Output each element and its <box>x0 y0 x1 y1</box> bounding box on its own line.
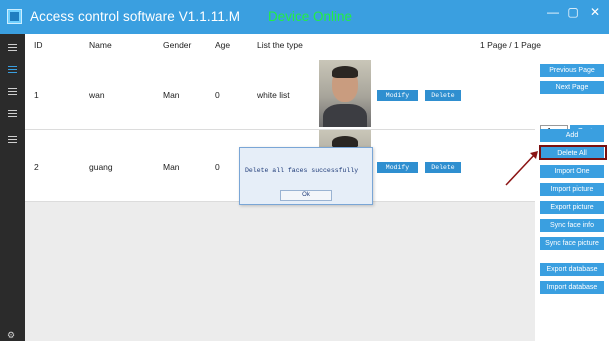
header-age: Age <box>215 40 231 50</box>
success-dialog: Delete all faces successfully Ok <box>239 147 373 205</box>
export-picture-button[interactable]: Export picture <box>540 201 604 214</box>
list-icon[interactable] <box>6 86 19 97</box>
dialog-message: Delete all faces successfully <box>245 167 359 174</box>
cell-list-type: white list <box>257 90 290 100</box>
cell-name: wan <box>89 90 105 100</box>
header-name: Name <box>89 40 112 50</box>
minimize-button[interactable]: — <box>542 3 564 21</box>
sync-face-info-button[interactable]: Sync face info <box>540 219 604 232</box>
table-header: ID Name Gender Age List the type <box>25 34 535 58</box>
window-title: Access control software V1.1.11.M <box>30 9 241 24</box>
delete-button[interactable]: Delete <box>425 162 461 173</box>
table-row[interactable]: 1 wan Man 0 white list Modify Delete <box>25 58 535 130</box>
title-bar: Access control software V1.1.11.M Device… <box>0 0 609 34</box>
export-database-button[interactable]: Export database <box>540 263 604 276</box>
modify-button[interactable]: Modify <box>377 90 418 101</box>
cell-age: 0 <box>215 90 220 100</box>
add-button[interactable]: Add <box>540 129 604 142</box>
cell-gender: Man <box>163 90 180 100</box>
user-icon[interactable] <box>6 42 19 53</box>
header-gender: Gender <box>163 40 192 50</box>
sync-face-picture-button[interactable]: Sync face picture <box>540 237 604 250</box>
sidebar: ⚙ <box>0 34 25 341</box>
list-icon[interactable] <box>6 134 19 145</box>
list-icon[interactable] <box>6 108 19 119</box>
face-photo <box>319 130 371 148</box>
import-one-button[interactable]: Import One <box>540 165 604 178</box>
previous-page-button[interactable]: Previous Page <box>540 64 604 77</box>
face-photo <box>319 60 371 127</box>
page-info: 1 Page / 1 Page <box>480 40 541 50</box>
cell-id: 1 <box>34 90 39 100</box>
cell-age: 0 <box>215 162 220 172</box>
modify-button[interactable]: Modify <box>377 162 418 173</box>
maximize-button[interactable]: ▢ <box>562 3 584 21</box>
header-list-type: List the type <box>257 40 303 50</box>
import-database-button[interactable]: Import database <box>540 281 604 294</box>
cell-id: 2 <box>34 162 39 172</box>
pointer-arrow <box>505 151 538 186</box>
list-icon[interactable] <box>6 64 19 75</box>
cell-gender: Man <box>163 162 180 172</box>
header-id: ID <box>34 40 43 50</box>
delete-button[interactable]: Delete <box>425 90 461 101</box>
delete-all-highlight <box>539 145 607 160</box>
close-button[interactable]: ✕ <box>584 3 606 21</box>
app-icon <box>7 9 22 24</box>
ok-button[interactable]: Ok <box>280 190 332 201</box>
cell-name: guang <box>89 162 113 172</box>
settings-icon[interactable]: ⚙ <box>7 330 17 340</box>
device-status: Device Online <box>268 9 353 24</box>
next-page-button[interactable]: Next Page <box>540 81 604 94</box>
import-picture-button[interactable]: Import picture <box>540 183 604 196</box>
right-panel: Previous Page Next Page 1 Go to Add Dele… <box>535 34 609 341</box>
